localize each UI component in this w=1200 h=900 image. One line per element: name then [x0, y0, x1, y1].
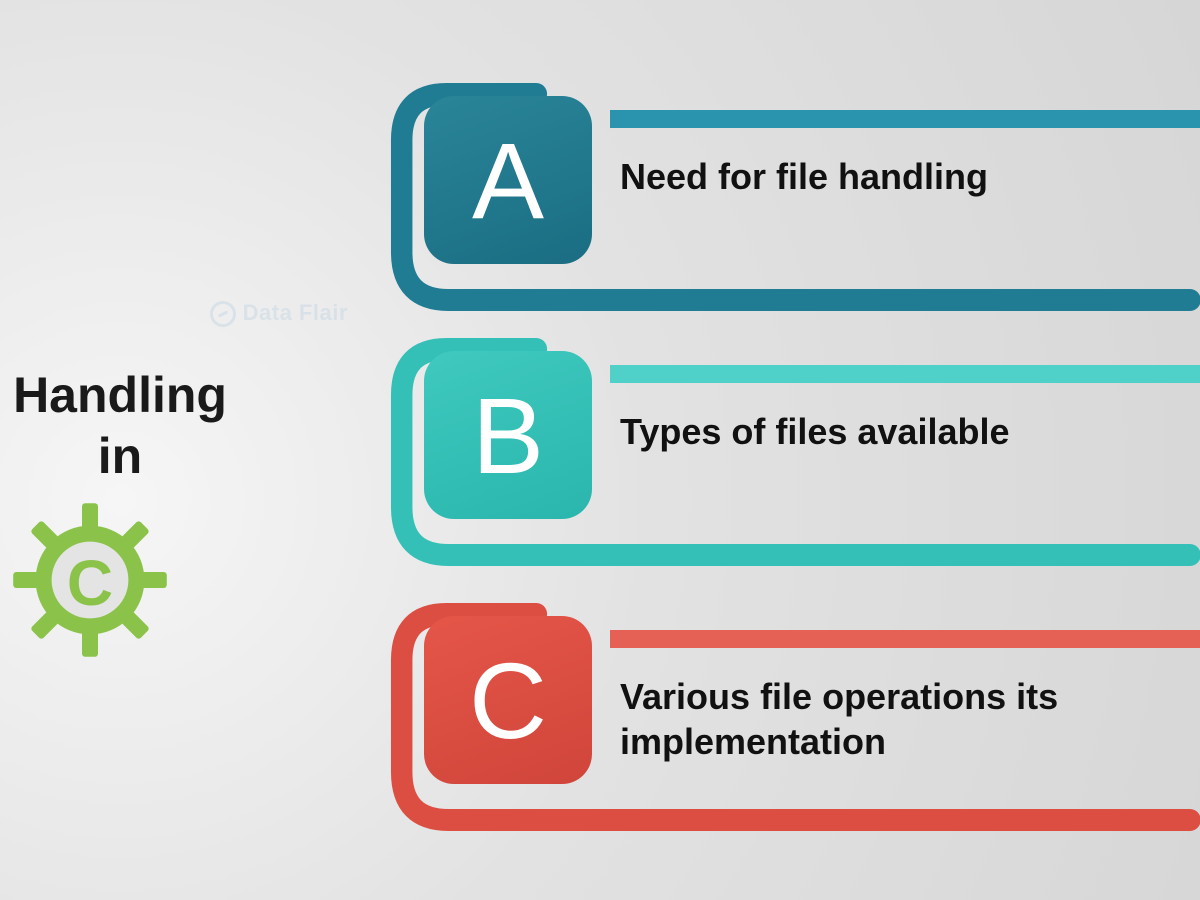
topbar-a — [610, 110, 1200, 128]
title-line-2: in — [0, 426, 270, 487]
list-item-b: B Types of files available — [390, 345, 1190, 575]
tile-b: B — [424, 351, 592, 519]
label-c: Various file operations its implementati… — [620, 674, 1200, 764]
tile-a-letter: A — [472, 118, 544, 243]
tile-c: C — [424, 616, 592, 784]
topbar-b — [610, 365, 1200, 383]
watermark-text: Data Flair — [243, 300, 348, 325]
gear-logo: C — [10, 500, 170, 660]
diagram-canvas: Data Flair Handling in C — [0, 0, 1200, 900]
label-b: Types of files available — [620, 409, 1200, 454]
label-a: Need for file handling — [620, 154, 1200, 199]
list-item-c: C Various file operations its implementa… — [390, 610, 1190, 840]
tile-a: A — [424, 96, 592, 264]
topbar-c — [610, 630, 1200, 648]
watermark-icon — [210, 301, 236, 327]
main-title: Handling in — [0, 365, 270, 487]
gear-letter: C — [67, 546, 113, 620]
tile-b-letter: B — [472, 373, 544, 498]
tile-c-letter: C — [469, 638, 547, 763]
title-line-1: Handling — [0, 365, 270, 426]
watermark: Data Flair — [210, 300, 348, 327]
list-item-a: A Need for file handling — [390, 90, 1190, 320]
